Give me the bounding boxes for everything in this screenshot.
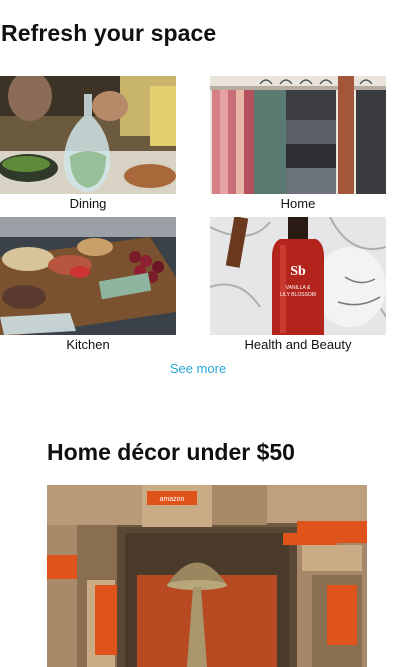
see-more-link[interactable]: See more: [0, 361, 396, 376]
dining-image: [0, 76, 176, 194]
tile-health-and-beauty[interactable]: Sb VANILLA & LILY BLOSSOM Health and Bea…: [210, 217, 386, 353]
bottle-monogram: Sb: [290, 264, 306, 279]
tile-home[interactable]: Home: [210, 76, 386, 212]
tile-kitchen[interactable]: Kitchen: [0, 217, 176, 353]
bottle-line-1: VANILLA &: [286, 285, 311, 291]
tile-label: Home: [280, 196, 316, 211]
tile-label: Health and Beauty: [244, 337, 352, 352]
kitchen-image: [0, 217, 176, 335]
bottle-line-2: LILY BLOSSOM: [280, 292, 316, 298]
home-image: [210, 76, 386, 194]
health-and-beauty-image: Sb VANILLA & LILY BLOSSOM: [210, 217, 386, 335]
tile-label: Kitchen: [66, 337, 110, 352]
home-decor-image[interactable]: amazon: [47, 485, 367, 667]
tile-dining[interactable]: Dining: [0, 76, 176, 212]
card-title: Refresh your space: [1, 20, 217, 46]
tile-label: Dining: [69, 196, 107, 211]
card-title: Home décor under $50: [47, 439, 295, 465]
box-brand-text: amazon: [160, 496, 185, 503]
